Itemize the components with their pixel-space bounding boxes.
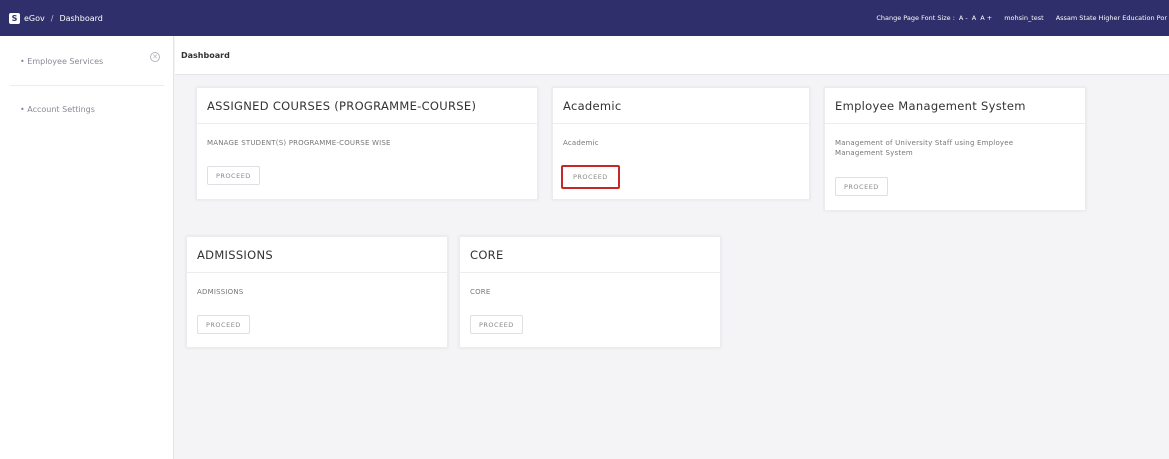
- proceed-button-academic[interactable]: PROCEED: [561, 165, 620, 189]
- proceed-button-core[interactable]: PROCEED: [470, 315, 523, 334]
- proceed-button-employee-management[interactable]: PROCEED: [835, 177, 888, 196]
- card-description: MANAGE STUDENT(S) PROGRAMME-COURSE WISE: [207, 139, 391, 147]
- sidebar-item-employee-services[interactable]: • Employee Services: [20, 57, 103, 66]
- page-title: Dashboard: [181, 51, 230, 60]
- brand-name[interactable]: eGov: [24, 14, 45, 23]
- card-description: CORE: [470, 288, 491, 296]
- card-description: Management of University Staff using Emp…: [835, 139, 1014, 157]
- font-normal-button[interactable]: A: [972, 14, 976, 22]
- portal-name: Assam State Higher Education Por: [1055, 14, 1167, 22]
- font-increase-button[interactable]: A +: [980, 14, 992, 22]
- sidebar-item-label: Account Settings: [27, 105, 95, 114]
- top-navbar: S eGov / Dashboard Change Page Font Size…: [0, 0, 1169, 36]
- card-title: Employee Management System: [825, 88, 1085, 124]
- sidebar-item-label: Employee Services: [27, 57, 104, 66]
- card-assigned-courses: ASSIGNED COURSES (PROGRAMME-COURSE) MANA…: [196, 87, 538, 200]
- sidebar: • Employee Services ✕ • Account Settings: [0, 36, 174, 459]
- card-academic: Academic Academic PROCEED: [552, 87, 810, 200]
- proceed-button-admissions[interactable]: PROCEED: [197, 315, 250, 334]
- card-title: Academic: [553, 88, 809, 124]
- brand[interactable]: S eGov / Dashboard: [9, 12, 103, 24]
- card-core: CORE CORE PROCEED: [459, 236, 721, 348]
- app-logo-icon: S: [9, 12, 20, 24]
- card-description: ADMISSIONS: [197, 288, 244, 296]
- page-header: Dashboard: [175, 36, 1169, 75]
- breadcrumb-separator: /: [50, 13, 54, 23]
- breadcrumb-dashboard[interactable]: Dashboard: [59, 14, 102, 23]
- sidebar-divider: [10, 85, 164, 86]
- font-decrease-button[interactable]: A -: [959, 14, 968, 22]
- card-employee-management: Employee Management System Management of…: [824, 87, 1086, 211]
- proceed-button-assigned-courses[interactable]: PROCEED: [207, 166, 260, 185]
- user-name[interactable]: mohsin_test: [1004, 14, 1043, 22]
- card-title: ADMISSIONS: [187, 237, 447, 273]
- card-admissions: ADMISSIONS ADMISSIONS PROCEED: [186, 236, 448, 348]
- card-title: ASSIGNED COURSES (PROGRAMME-COURSE): [197, 88, 537, 124]
- font-size-label: Change Page Font Size :: [876, 14, 955, 22]
- sidebar-item-account-settings[interactable]: • Account Settings: [20, 105, 95, 114]
- card-description: Academic: [563, 139, 599, 147]
- topbar-right: Change Page Font Size : A - A A + mohsin…: [872, 0, 1167, 36]
- card-title: CORE: [460, 237, 720, 273]
- close-sidebar-icon[interactable]: ✕: [150, 52, 160, 62]
